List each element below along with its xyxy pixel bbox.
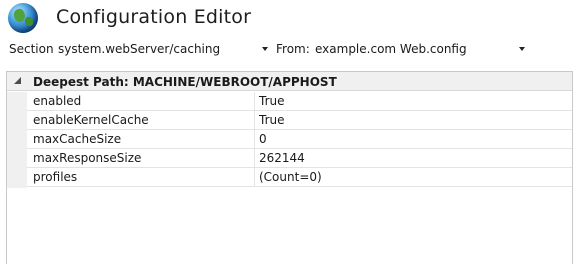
grid-gutter (7, 92, 27, 188)
property-value[interactable]: True (259, 113, 285, 127)
globe-icon (8, 3, 38, 33)
collapse-icon[interactable] (13, 76, 23, 86)
property-name: profiles (33, 170, 78, 184)
property-row[interactable]: maxResponseSize 262144 (27, 149, 572, 168)
section-label: Section: (9, 42, 58, 56)
chevron-down-icon[interactable] (519, 47, 525, 51)
chevron-down-icon[interactable] (262, 47, 268, 51)
property-name: enableKernelCache (33, 113, 149, 127)
property-row[interactable]: profiles (Count=0) (27, 168, 572, 187)
property-name: maxResponseSize (33, 151, 142, 165)
from-label: From: (276, 42, 310, 56)
page-title: Configuration Editor (56, 6, 252, 28)
property-value[interactable]: 262144 (259, 151, 305, 165)
property-value[interactable]: 0 (259, 132, 267, 146)
property-value[interactable]: (Count=0) (259, 170, 322, 184)
group-header[interactable]: Deepest Path: MACHINE/WEBROOT/APPHOST (7, 72, 572, 91)
property-name: maxCacheSize (33, 132, 122, 146)
from-dropdown-value: example.com Web.config (315, 42, 467, 56)
section-dropdown-value: system.webServer/caching (58, 42, 221, 56)
property-row[interactable]: enableKernelCache True (27, 111, 572, 130)
property-row[interactable]: maxCacheSize 0 (27, 130, 572, 149)
property-grid: Deepest Path: MACHINE/WEBROOT/APPHOST en… (6, 71, 573, 264)
page-header: Configuration Editor (0, 0, 580, 38)
property-name: enabled (33, 94, 82, 108)
from-dropdown[interactable]: example.com Web.config (312, 38, 530, 60)
property-row[interactable]: enabled True (27, 92, 572, 111)
group-title: Deepest Path: MACHINE/WEBROOT/APPHOST (33, 75, 337, 89)
property-value[interactable]: True (259, 94, 285, 108)
section-dropdown[interactable]: system.webServer/caching (55, 38, 273, 60)
